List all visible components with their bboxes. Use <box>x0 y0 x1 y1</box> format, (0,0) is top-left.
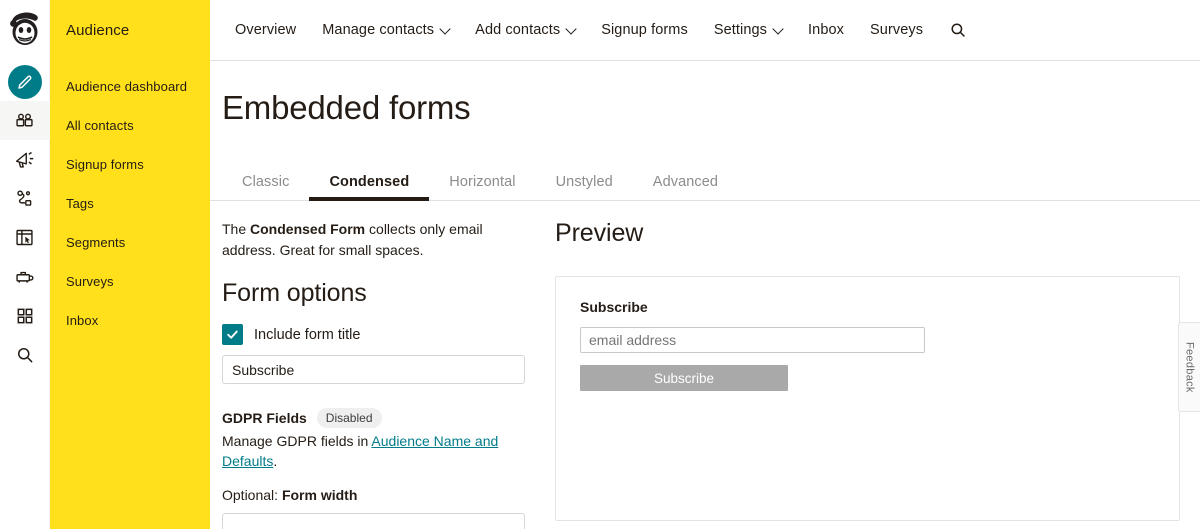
feedback-tab[interactable]: Feedback <box>1178 322 1200 412</box>
sidebar-item-automations[interactable] <box>0 179 50 218</box>
grid-icon <box>15 306 35 326</box>
form-options-heading: Form options <box>222 279 367 307</box>
sidebar-item-website[interactable] <box>0 218 50 257</box>
preview-card: Subscribe Subscribe <box>555 276 1180 521</box>
sidebar-item-tags[interactable]: Tags <box>50 184 210 223</box>
sidebar-item-campaigns[interactable] <box>0 140 50 179</box>
check-icon <box>227 330 238 339</box>
form-options-panel: The Condensed Form collects only email a… <box>222 219 539 529</box>
nav-add-contacts[interactable]: Add contacts <box>462 22 588 38</box>
sidebar-item-segments[interactable]: Segments <box>50 223 210 262</box>
form-width-bold: Form width <box>281 487 358 503</box>
include-form-title-row[interactable]: Include form title <box>222 324 523 345</box>
optional-prefix: Optional: <box>222 487 282 503</box>
nav-surveys[interactable]: Surveys <box>857 22 936 38</box>
people-icon <box>14 110 35 131</box>
rail-search-button[interactable] <box>0 335 50 374</box>
megaphone-icon <box>14 149 35 170</box>
gdpr-desc-suffix: . <box>273 453 278 469</box>
preview-panel: Preview Subscribe Subscribe <box>539 219 1200 529</box>
form-width-input[interactable] <box>222 513 525 529</box>
tab-horizontal[interactable]: Horizontal <box>429 174 535 200</box>
nav-search-button[interactable] <box>936 21 980 39</box>
nav-settings[interactable]: Settings <box>701 22 795 38</box>
form-description: The Condensed Form collects only email a… <box>222 219 523 261</box>
search-icon <box>951 23 965 37</box>
description-prefix: The <box>222 221 251 237</box>
sidebar-item-audience[interactable] <box>0 101 50 140</box>
gdpr-desc-prefix: Manage GDPR fields in <box>222 433 372 449</box>
gdpr-fields-label: GDPR Fields <box>222 410 307 426</box>
preview-subscribe-button[interactable]: Subscribe <box>580 365 788 391</box>
preview-email-input[interactable] <box>580 327 925 353</box>
description-bold: Condensed Form <box>250 221 366 237</box>
sidebar-item-commerce[interactable] <box>0 257 50 296</box>
main-content: Overview Manage contacts Add contacts Si… <box>210 0 1200 529</box>
tab-unstyled[interactable]: Unstyled <box>536 174 633 200</box>
form-type-tabs: Classic Condensed Horizontal Unstyled Ad… <box>210 157 1200 201</box>
page-title: Embedded forms <box>222 89 471 126</box>
sidebar-item-surveys[interactable]: Surveys <box>50 262 210 301</box>
nav-manage-contacts[interactable]: Manage contacts <box>309 22 462 38</box>
form-width-label: Optional: Form width <box>222 487 523 503</box>
sidebar-title: Audience <box>66 22 130 39</box>
page-icon <box>14 227 35 248</box>
nav-inbox[interactable]: Inbox <box>795 22 857 38</box>
gdpr-status-badge: Disabled <box>316 408 382 428</box>
content-area: The Condensed Form collects only email a… <box>210 201 1200 529</box>
sidebar-item-audience-dashboard[interactable]: Audience dashboard <box>50 67 210 106</box>
sidebar-item-apps[interactable] <box>0 296 50 335</box>
tab-classic[interactable]: Classic <box>222 174 309 200</box>
tab-condensed[interactable]: Condensed <box>309 174 430 201</box>
gdpr-fields-row: GDPR Fields Disabled <box>222 408 523 428</box>
sidebar-nav: Audience dashboard All contacts Signup f… <box>50 67 210 340</box>
sidebar-item-all-contacts[interactable]: All contacts <box>50 106 210 145</box>
include-form-title-label: Include form title <box>254 326 361 343</box>
app-root: Audience Audience dashboard All contacts… <box>0 0 1200 529</box>
feedback-label: Feedback <box>1183 341 1196 393</box>
sidebar-item-signup-forms[interactable]: Signup forms <box>50 145 210 184</box>
magnifier-icon <box>15 345 35 365</box>
preview-heading: Preview <box>555 219 644 247</box>
gdpr-description: Manage GDPR fields in Audience Name and … <box>222 431 523 471</box>
create-button[interactable] <box>0 62 50 101</box>
tab-advanced[interactable]: Advanced <box>633 174 738 200</box>
sidebar-item-inbox[interactable]: Inbox <box>50 301 210 340</box>
form-title-input[interactable] <box>222 355 525 384</box>
mailchimp-freddie-logo[interactable] <box>5 8 45 50</box>
include-form-title-checkbox[interactable] <box>222 324 243 345</box>
automation-icon <box>14 188 35 209</box>
audience-sidebar: Audience Audience dashboard All contacts… <box>50 0 210 529</box>
nav-overview[interactable]: Overview <box>222 22 309 38</box>
preview-form-title: Subscribe <box>580 299 648 315</box>
icon-rail <box>0 0 50 529</box>
nav-signup-forms[interactable]: Signup forms <box>588 22 701 38</box>
top-navigation: Overview Manage contacts Add contacts Si… <box>210 0 1200 61</box>
storefront-icon <box>14 266 35 287</box>
pencil-icon <box>7 64 42 99</box>
